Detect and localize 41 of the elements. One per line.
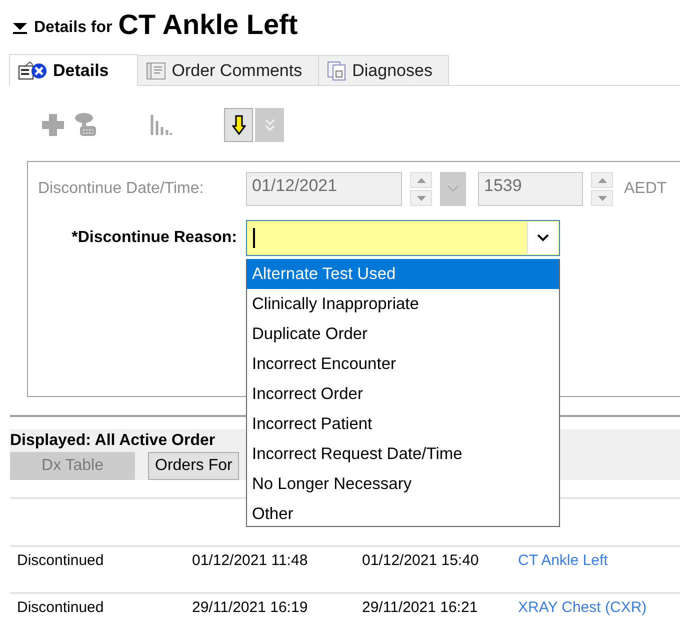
stop-date-cell-text: 29/11/2021 16:21 [362, 599, 479, 618]
down-arrow-icon [232, 115, 246, 135]
order-link[interactable]: XRAY Chest (CXR) [518, 599, 647, 632]
dropdown-option[interactable]: Alternate Test Used [247, 259, 559, 289]
order-title: CT Ankle Left [118, 10, 298, 40]
dropdown-option[interactable]: Clinically Inappropriate [247, 289, 559, 319]
start-date-cell-text: 29/11/2021 16:19 [192, 599, 309, 618]
timezone-label: AEDT [624, 180, 667, 198]
down-triangle-icon [598, 196, 606, 200]
double-chevron-icon [264, 117, 276, 133]
status-cell-text: Discontinued [17, 552, 105, 571]
dropdown-option[interactable]: Incorrect Request Date/Time [247, 439, 559, 469]
field-label: *Discontinue Reason: [70, 229, 238, 247]
dropdown-option[interactable]: Incorrect Patient [247, 409, 559, 439]
tab[interactable]: Order Comments [136, 55, 320, 85]
dropdown-option[interactable]: Incorrect Order [247, 379, 559, 409]
header-label: Details for [34, 19, 112, 38]
field-label: Discontinue Date/Time: [38, 180, 205, 198]
displayed-filter-label: Displayed: All Active Order [10, 432, 216, 450]
move-down-button[interactable] [224, 108, 253, 142]
up-triangle-icon [598, 178, 606, 182]
up-triangle-icon [416, 178, 426, 182]
toolbar-button[interactable]: Orders For [148, 452, 240, 480]
start-date-cell-text: 01/12/2021 11:48 [192, 552, 309, 571]
dropdown-option[interactable]: No Longer Necessary [247, 469, 559, 499]
down-triangle-icon [416, 196, 426, 200]
dropdown-option[interactable]: Duplicate Order [247, 319, 559, 349]
status-cell-text: Discontinued [17, 599, 105, 618]
tab[interactable]: Diagnoses [318, 55, 450, 85]
notes-icon [146, 61, 166, 80]
dropdown-option[interactable]: Other [247, 499, 559, 526]
clipboard-cancel-icon [18, 61, 47, 80]
documents-icon [327, 60, 346, 80]
reason-combo-box[interactable] [246, 220, 560, 256]
collapse-toggle-icon[interactable] [12, 22, 28, 34]
tab[interactable]: Details [9, 54, 138, 86]
chevron-down-icon [447, 185, 459, 193]
stop-date-cell-text: 01/12/2021 15:40 [362, 552, 480, 571]
chevron-down-icon[interactable] [537, 234, 549, 242]
dropdown-option[interactable]: Incorrect Encounter [247, 349, 559, 379]
order-link[interactable]: CT Ankle Left [518, 552, 608, 592]
